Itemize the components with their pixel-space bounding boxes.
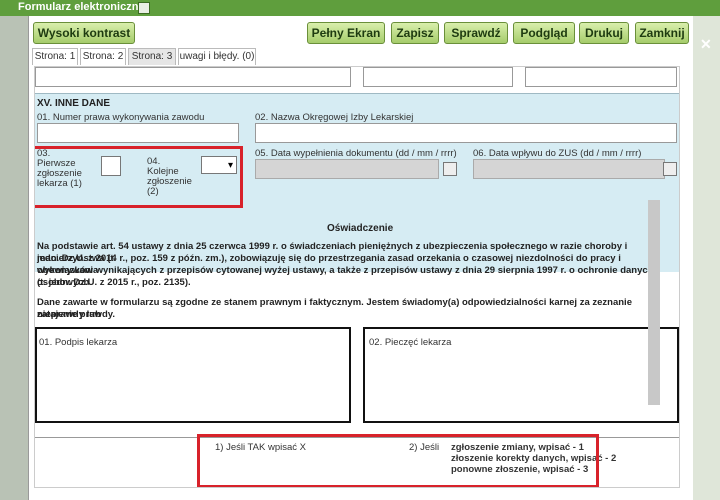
field-02-label: 02. Nazwa Okręgowej Izby Lekarskiej [255, 112, 414, 123]
calendar-icon[interactable] [443, 162, 457, 176]
highlight-box [197, 434, 599, 487]
high-contrast-button[interactable]: Wysoki kontrast [33, 22, 135, 44]
close-button[interactable]: Zamknij [635, 22, 689, 44]
field-01-label: 01. Numer prawa wykonywania zawodu [37, 112, 205, 123]
previous-field-1[interactable] [35, 67, 351, 87]
close-icon[interactable]: ✕ [700, 36, 712, 53]
stamp-box[interactable]: 02. Pieczęć lekarza [363, 327, 679, 423]
field-06-label: 06. Data wpływu do ZUS (dd / mm / rrrr) [473, 148, 642, 159]
print-button[interactable]: Drukuj [579, 22, 629, 44]
tab-page-2[interactable]: Strona: 2 [80, 48, 126, 65]
calendar-icon[interactable] [663, 162, 677, 176]
previous-field-2[interactable] [363, 67, 513, 87]
section-title: XV. INNE DANE [37, 98, 110, 109]
window-icon [138, 2, 150, 14]
signature-label: 01. Podpis lekarza [39, 337, 118, 348]
tab-errors[interactable]: uwagi i błędy. (0) [178, 48, 256, 65]
check-button[interactable]: Sprawdź [444, 22, 508, 44]
license-number-input[interactable] [37, 123, 239, 143]
highlight-box [35, 146, 243, 208]
tab-page-1[interactable]: Strona: 1 [32, 48, 78, 65]
tab-page-3[interactable]: Strona: 3 [128, 48, 176, 65]
form-content: XV. INNE DANE 01. Numer prawa wykonywani… [34, 66, 680, 488]
statement-p2-l1: Dane zawarte w formularzu są zgodne ze s… [37, 297, 632, 320]
previous-field-3[interactable] [525, 67, 677, 87]
statement-title: Oświadczenie [327, 223, 394, 234]
chamber-name-input[interactable] [255, 123, 677, 143]
save-button[interactable]: Zapisz [391, 22, 439, 44]
vertical-scrollbar[interactable] [648, 200, 660, 405]
field-05-label: 05. Data wypełnienia dokumentu (dd / mm … [255, 148, 457, 159]
stamp-label: 02. Pieczęć lekarza [369, 337, 452, 348]
full-screen-button[interactable]: Pełny Ekran [307, 22, 385, 44]
fill-date-input[interactable] [255, 159, 439, 179]
statement-p1-l4: (t. jedn. Dz.U. z 2015 r., poz. 2135). [37, 277, 191, 288]
window-titlebar: Formularz elektroniczny [0, 0, 720, 16]
right-background-panel: ✕ [692, 16, 720, 500]
signature-box[interactable]: 01. Podpis lekarza [35, 327, 351, 423]
preview-button[interactable]: Podgląd [513, 22, 575, 44]
window-title: Formularz elektroniczny [18, 1, 145, 13]
footer-notes: 1) Jeśli TAK wpisać X 2) Jeśli zgłoszeni… [35, 434, 679, 487]
left-background-panel [0, 16, 28, 500]
statement-p2-l2: zatajenie prawdy. [37, 309, 115, 320]
zus-date-input[interactable] [473, 159, 665, 179]
